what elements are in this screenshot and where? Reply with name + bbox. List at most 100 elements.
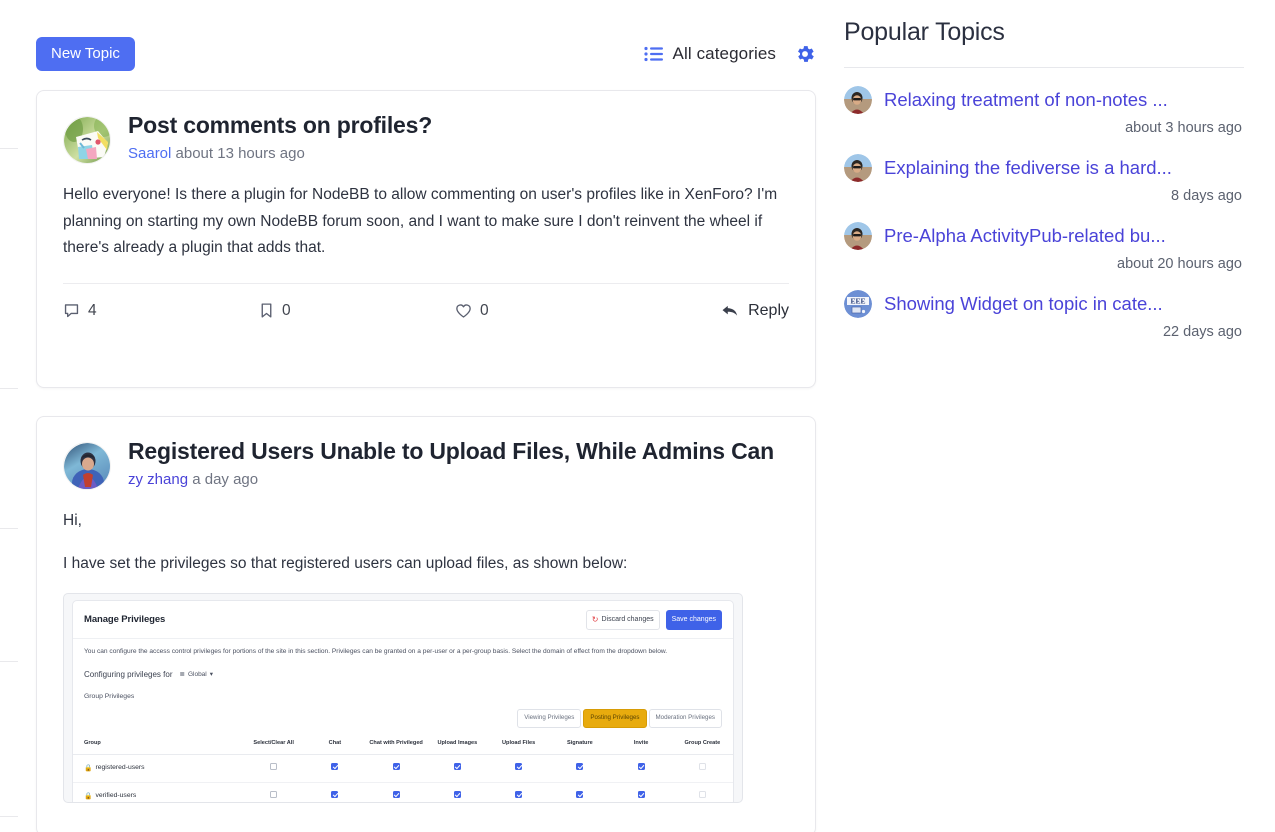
gear-icon[interactable]: [794, 43, 816, 65]
cell-chat[interactable]: [304, 754, 366, 783]
cell-upload-images[interactable]: [426, 782, 488, 803]
panel-header: Manage Privileges ↻ Discard changes Save…: [73, 601, 733, 640]
post-footer: 4 0 0 Reply: [37, 284, 815, 338]
scope-dropdown[interactable]: ≣ Global ▾: [180, 669, 214, 680]
post-paragraph: Hello everyone! Is there a plugin for No…: [63, 186, 778, 257]
avatar[interactable]: [844, 154, 872, 182]
column-header-upload-images: Upload Images: [426, 733, 488, 756]
cell-select-all[interactable]: [243, 754, 305, 783]
avatar[interactable]: [844, 222, 872, 250]
popular-topic-row: Explaining the fediverse is a hard...: [844, 154, 1244, 182]
column-header-chat: Chat: [304, 733, 366, 756]
cell-upload-files[interactable]: [488, 754, 550, 783]
checkbox[interactable]: [637, 790, 645, 798]
topic-heading-group: Registered Users Unable to Upload Files,…: [128, 438, 789, 490]
post-author[interactable]: Saarol: [128, 145, 171, 162]
lock-icon: 🔒: [84, 765, 93, 773]
avatar[interactable]: [844, 86, 872, 114]
tab-viewing-privileges[interactable]: Viewing Privileges: [517, 709, 582, 728]
checkbox[interactable]: [453, 790, 461, 798]
discard-changes-button[interactable]: ↻ Discard changes: [585, 610, 660, 631]
cell-invite[interactable]: [610, 754, 672, 783]
toolbar-right-group: All categories: [643, 43, 816, 65]
group-name-label: registered-users: [95, 764, 145, 772]
checkbox[interactable]: [698, 762, 706, 770]
topic-card-body: Post comments on profiles? Saarol about …: [37, 91, 815, 262]
manage-privileges-panel: Manage Privileges ↻ Discard changes Save…: [72, 600, 734, 803]
cell-chat-privileged[interactable]: [365, 754, 427, 783]
cell-invite[interactable]: [610, 782, 672, 803]
checkbox[interactable]: [392, 790, 400, 798]
cell-signature[interactable]: [549, 782, 611, 803]
list-icon: [643, 46, 664, 62]
cell-signature[interactable]: [549, 754, 611, 783]
post-title[interactable]: Post comments on profiles?: [128, 112, 789, 138]
tab-posting-privileges[interactable]: Posting Privileges: [583, 709, 647, 728]
row-group-name: 🔒 verified-users: [73, 782, 243, 803]
popular-topic-time: about 20 hours ago: [1117, 256, 1242, 272]
checkbox[interactable]: [637, 762, 645, 770]
discard-changes-label: Discard changes: [601, 616, 654, 624]
checkbox[interactable]: [698, 790, 706, 798]
avatar[interactable]: EEE: [844, 290, 872, 318]
checkbox[interactable]: [576, 790, 584, 798]
checkbox[interactable]: [576, 762, 584, 770]
post-body: Hello everyone! Is there a plugin for No…: [63, 182, 789, 262]
category-filter[interactable]: All categories: [643, 44, 776, 64]
topic-header: Registered Users Unable to Upload Files,…: [63, 438, 789, 490]
popular-topic-link[interactable]: Explaining the fediverse is a hard...: [884, 157, 1172, 179]
popular-topic-item: Pre-Alpha ActivityPub-related bu... abou…: [844, 204, 1244, 272]
checkbox[interactable]: [392, 762, 400, 770]
comments-stat[interactable]: 4: [63, 302, 259, 320]
lock-icon: 🔒: [84, 792, 93, 800]
reply-button[interactable]: Reply: [721, 302, 789, 320]
topic-card[interactable]: Registered Users Unable to Upload Files,…: [36, 416, 816, 832]
post-title[interactable]: Registered Users Unable to Upload Files,…: [128, 438, 789, 464]
topic-card[interactable]: Post comments on profiles? Saarol about …: [36, 90, 816, 388]
cell-upload-files[interactable]: [488, 782, 550, 803]
checkbox[interactable]: [331, 762, 339, 770]
configuring-row: Configuring privileges for ≣ Global ▾: [73, 658, 733, 682]
popular-topic-link[interactable]: Relaxing treatment of non-notes ...: [884, 89, 1168, 111]
undo-icon: ↻: [591, 615, 599, 625]
embedded-screenshot[interactable]: Manage Privileges ↻ Discard changes Save…: [63, 593, 743, 804]
checkbox[interactable]: [515, 762, 523, 770]
checkbox[interactable]: [331, 790, 339, 798]
topic-heading-group: Post comments on profiles? Saarol about …: [128, 112, 789, 164]
cell-upload-images[interactable]: [426, 754, 488, 783]
category-filter-label: All categories: [672, 44, 776, 63]
popular-topic-row: Relaxing treatment of non-notes ...: [844, 86, 1244, 114]
post-author[interactable]: zy zhang: [128, 471, 188, 488]
privilege-tabs: Viewing Privileges Posting Privileges Mo…: [73, 703, 733, 728]
cell-chat[interactable]: [304, 782, 366, 803]
popular-topic-time: 8 days ago: [1171, 188, 1242, 204]
checkbox[interactable]: [453, 762, 461, 770]
popular-topic-row: EEE Showing Widget on topic in cate...: [844, 290, 1244, 318]
likes-stat[interactable]: 0: [455, 302, 721, 320]
new-topic-button[interactable]: New Topic: [36, 37, 135, 71]
checkbox[interactable]: [270, 790, 278, 798]
checkbox[interactable]: [515, 790, 523, 798]
cell-select-all[interactable]: [243, 782, 305, 803]
cell-chat-privileged[interactable]: [365, 782, 427, 803]
group-privileges-label: Group Privileges: [84, 693, 135, 701]
bookmarks-stat[interactable]: 0: [259, 302, 455, 320]
chevron-down-icon: ▾: [209, 670, 214, 678]
column-header-chat-privileged: Chat with Privileged: [365, 733, 427, 756]
avatar[interactable]: [63, 116, 111, 164]
svg-text:EEE: EEE: [850, 297, 865, 306]
popular-topic-link[interactable]: Pre-Alpha ActivityPub-related bu...: [884, 225, 1166, 247]
popular-topic-item: Relaxing treatment of non-notes ... abou…: [844, 68, 1244, 136]
tab-moderation-privileges[interactable]: Moderation Privileges: [648, 709, 722, 728]
popular-topic-link[interactable]: Showing Widget on topic in cate...: [884, 293, 1163, 315]
cell-group-create[interactable]: [671, 782, 733, 803]
popular-topics-sidebar: Popular Topics Relaxing treatment of non…: [844, 0, 1244, 832]
main-column: New Topic All categories Post comments o…: [0, 0, 826, 832]
checkbox[interactable]: [270, 762, 278, 770]
save-changes-button[interactable]: Save changes: [665, 610, 722, 631]
cell-group-create[interactable]: [671, 754, 733, 783]
avatar[interactable]: [63, 442, 111, 490]
post-meta: zy zhang a day ago: [128, 471, 789, 489]
popular-topic-row: Pre-Alpha ActivityPub-related bu...: [844, 222, 1244, 250]
group-name-label: verified-users: [95, 791, 137, 799]
